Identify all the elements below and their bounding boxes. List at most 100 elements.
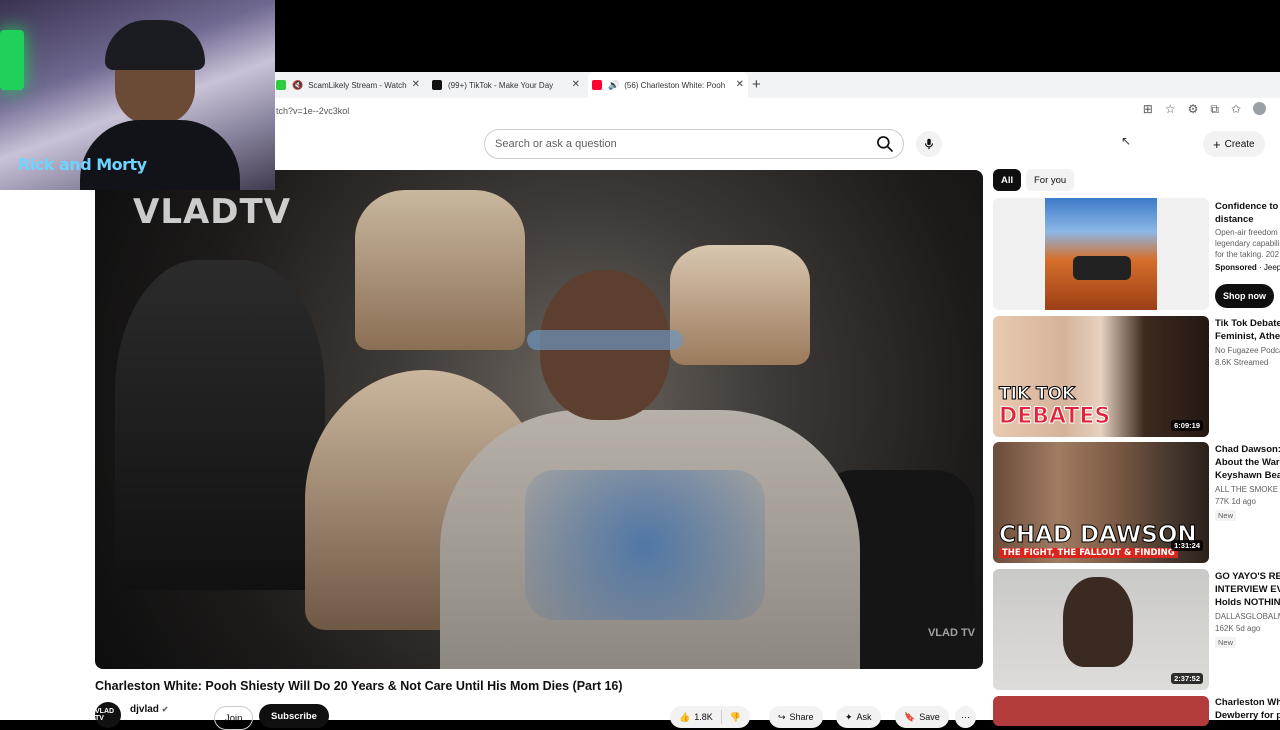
video-title: Charleston White: Pooh Shiesty Will Do 2…: [95, 679, 623, 693]
favorites-icon[interactable]: ✩: [1231, 102, 1241, 117]
dislike-icon[interactable]: 👎: [730, 712, 741, 723]
channel-name[interactable]: ALL THE SMOKE F: [1215, 484, 1280, 495]
ask-button[interactable]: ✦ Ask: [836, 706, 881, 728]
ad-title[interactable]: distance: [1215, 213, 1280, 226]
microphone-icon: [924, 138, 934, 150]
tab-label: (99+) TikTok - Make Your Day: [448, 80, 554, 90]
save-button[interactable]: 🔖 Save: [895, 706, 949, 728]
tab-tiktok[interactable]: (99+) TikTok - Make Your Day ✕: [432, 72, 584, 98]
close-icon[interactable]: ✕: [736, 79, 744, 90]
video-title[interactable]: Tik Tok Debates: [1215, 317, 1280, 330]
app-icon[interactable]: ⊞: [1143, 102, 1153, 117]
more-icon: ⋯: [961, 711, 970, 722]
sparkle-icon: ✦: [845, 711, 853, 722]
tab-youtube-active[interactable]: 🔊 (56) Charleston White: Pooh S ✕: [588, 72, 748, 98]
youtube-icon: [592, 80, 602, 90]
video-title[interactable]: GO YAYO'S REA: [1215, 570, 1280, 583]
ad-description: legendary capabili: [1215, 239, 1280, 248]
thumbnail-caption: TIK TOK: [998, 384, 1076, 405]
new-badge: New: [1215, 510, 1237, 521]
muted-speaker-icon[interactable]: 🔇: [292, 80, 303, 91]
split-screen-icon[interactable]: ⧉: [1210, 102, 1219, 117]
channel-name-text[interactable]: djvlad: [130, 704, 159, 715]
tab-favicon: [276, 80, 286, 90]
chip-all[interactable]: All: [993, 169, 1022, 191]
sunglasses: [527, 330, 683, 350]
video-title[interactable]: Dewberry for pl: [1215, 709, 1280, 722]
duration-badge: 2:37:52: [1171, 673, 1203, 684]
drum-kit: [670, 245, 810, 365]
shop-now-button[interactable]: Shop now: [1215, 284, 1274, 308]
ad-description: Open-air freedom a: [1215, 228, 1280, 237]
tiktok-icon: [432, 80, 442, 90]
verified-icon: ✔: [161, 705, 169, 714]
channel-name[interactable]: djvlad ✔: [130, 704, 168, 715]
thumbnail-caption: THE FIGHT, THE FALLOUT & FINDING: [999, 548, 1178, 558]
video-meta: 8.6K Streamed: [1215, 358, 1269, 367]
ad-thumbnail[interactable]: [993, 198, 1209, 310]
chip-for-you[interactable]: For you: [1026, 169, 1075, 191]
like-count: 1.8K: [694, 712, 713, 722]
tab-scamlikely[interactable]: 🔇 ScamLikely Stream - Watch Li ✕: [276, 72, 424, 98]
sponsored-label: Sponsored: [1215, 263, 1257, 272]
vladtv-corner-logo: VLAD TV: [927, 627, 975, 639]
share-label: Share: [789, 712, 814, 722]
share-button[interactable]: ↪ Share: [769, 706, 823, 728]
mouse-cursor-icon: ↖: [1121, 134, 1132, 148]
thumbnail-caption: CHAD DAWSON: [999, 522, 1198, 549]
like-icon[interactable]: 👍: [679, 712, 690, 723]
search-icon[interactable]: [875, 134, 895, 154]
ad-sponsored: Sponsored · Jeep: [1215, 262, 1280, 273]
channel-name[interactable]: DALLASGLOBALM: [1215, 611, 1280, 622]
webcam-light: [0, 30, 24, 90]
channel-name[interactable]: No Fugazee Podca: [1215, 345, 1280, 356]
jeep-image: [1073, 256, 1131, 280]
speaker-icon[interactable]: 🔊: [608, 80, 619, 91]
webcam-overlay: Rick and Morty: [0, 0, 275, 190]
advertiser-label: · Jeep: [1259, 263, 1280, 272]
video-thumbnail[interactable]: CHAD DAWSON THE FIGHT, THE FALLOUT & FIN…: [993, 442, 1209, 563]
like-dislike-group[interactable]: 👍 1.8K 👎: [670, 706, 750, 728]
channel-avatar[interactable]: VLAD TV: [95, 702, 121, 728]
duration-badge: 1:31:24: [1171, 540, 1203, 551]
plus-icon: +: [1213, 136, 1221, 152]
video-title[interactable]: Feminist, Atheis: [1215, 330, 1280, 343]
shirt-print: [525, 470, 765, 620]
video-meta: 77K 1d ago: [1215, 497, 1256, 506]
video-player[interactable]: VLADTV VLAD TV: [95, 170, 983, 669]
extensions-icon[interactable]: ⚙: [1188, 102, 1199, 117]
video-thumbnail[interactable]: 2:37:52: [993, 569, 1209, 690]
drum-kit: [115, 260, 325, 590]
new-tab-button[interactable]: +: [752, 76, 761, 93]
video-title[interactable]: Keyshawn Beats: [1215, 469, 1280, 482]
browser-toolbar-icons: ⊞ ☆ ⚙ ⧉ ✩: [1143, 102, 1266, 117]
video-title[interactable]: Charleston Whit: [1215, 696, 1280, 709]
subscribe-button[interactable]: Subscribe: [259, 704, 329, 728]
video-title[interactable]: INTERVIEW EVE: [1215, 583, 1280, 596]
video-title[interactable]: About the Ward: [1215, 456, 1280, 469]
url-text[interactable]: tch?v=1e--2vc3kol: [276, 106, 349, 116]
profile-avatar[interactable]: [1253, 102, 1266, 115]
ad-description: for the taking. 202: [1215, 250, 1280, 259]
thumbnail-person: [1063, 577, 1133, 667]
close-icon[interactable]: ✕: [572, 79, 580, 90]
star-icon[interactable]: ☆: [1165, 102, 1176, 117]
more-actions-button[interactable]: ⋯: [955, 706, 976, 728]
microphone-button[interactable]: [916, 131, 942, 157]
thumbnail-caption: DEBATES: [998, 404, 1111, 430]
video-title[interactable]: Holds NOTHING: [1215, 596, 1280, 609]
close-icon[interactable]: ✕: [412, 79, 420, 90]
search-box[interactable]: Search or ask a question: [484, 129, 904, 159]
ad-image: [1045, 198, 1157, 310]
create-button[interactable]: + Create: [1203, 131, 1265, 157]
video-thumbnail[interactable]: TIK TOK DEBATES 6:09:19: [993, 316, 1209, 437]
video-thumbnail[interactable]: [993, 696, 1209, 726]
search-input[interactable]: Search or ask a question: [495, 138, 617, 150]
video-meta: 162K 5d ago: [1215, 624, 1261, 633]
video-title[interactable]: Chad Dawson: T: [1215, 443, 1280, 456]
share-icon: ↪: [778, 711, 786, 722]
ad-title[interactable]: Confidence to g: [1215, 200, 1280, 213]
shirt-logo: Rick and Morty: [18, 155, 147, 174]
join-button[interactable]: Join: [214, 706, 254, 730]
new-badge: New: [1215, 637, 1237, 648]
